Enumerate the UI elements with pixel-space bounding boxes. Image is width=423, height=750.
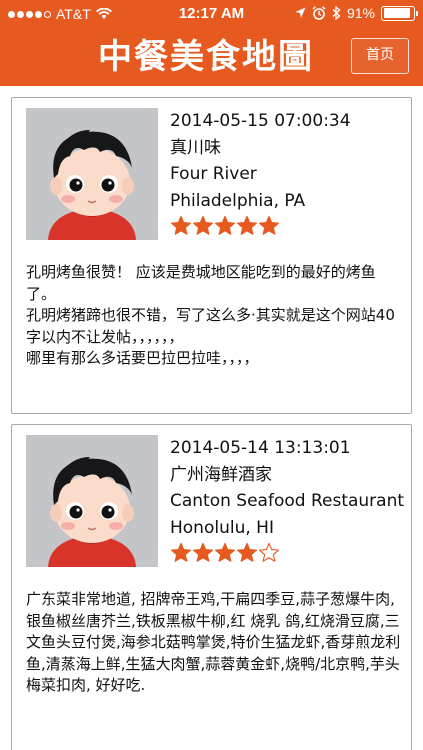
avatar-illustration xyxy=(26,108,158,240)
review-paragraph: 孔明烤猪蹄也很不错，写了这么多·其实就是这个网站40字以内不让发帖，，，，，， xyxy=(26,306,395,346)
avatar xyxy=(26,108,158,240)
location-arrow-icon xyxy=(295,7,306,18)
review-paragraph: 孔明烤鱼很赞！ 应该是费城地区能吃到的最好的烤鱼了。 xyxy=(26,263,376,303)
star-filled-icon xyxy=(215,542,235,562)
review-paragraph: 哪里有那么多话要巴拉巴拉哇，，，， xyxy=(26,349,259,367)
star-filled-icon xyxy=(237,542,257,562)
review-paragraph: 广东菜非常地道, 招牌帝王鸡,干扁四季豆,蒜子葱爆牛肉,银鱼椒丝唐芥兰,铁板黑椒… xyxy=(26,590,401,694)
star-rating xyxy=(170,542,406,564)
star-empty-icon xyxy=(259,542,279,562)
star-filled-icon xyxy=(171,542,191,562)
nav-bar: 中餐美食地圖 首页 xyxy=(0,28,423,86)
battery-percent: 91% xyxy=(346,5,375,21)
review-card[interactable]: 2014-05-14 13:13:01 广州海鲜酒家 Canton Seafoo… xyxy=(11,424,412,750)
app-title: 中餐美食地圖 xyxy=(98,37,314,77)
home-button[interactable]: 首页 xyxy=(351,38,409,74)
restaurant-location: Philadelphia, PA xyxy=(170,190,306,211)
restaurant-info: 2014-05-15 07:00:34 真川味 Four River Phila… xyxy=(170,108,406,237)
star-rating xyxy=(170,215,406,237)
restaurant-name-en: Canton Seafood Restaurant xyxy=(170,491,405,511)
star-filled-icon xyxy=(193,542,213,562)
restaurant-name-en: Four River xyxy=(170,164,257,184)
review-datetime: 2014-05-14 13:13:01 xyxy=(170,438,351,458)
avatar-illustration xyxy=(26,435,158,567)
restaurant-name-zh: 广州海鲜酒家 xyxy=(170,464,272,485)
review-text: 广东菜非常地道, 招牌帝王鸡,干扁四季豆,蒜子葱爆牛肉,银鱼椒丝唐芥兰,铁板黑椒… xyxy=(26,589,402,697)
alarm-icon xyxy=(312,6,326,20)
star-filled-icon xyxy=(171,215,191,235)
star-filled-icon xyxy=(259,215,279,235)
star-filled-icon xyxy=(193,215,213,235)
status-right: 91% xyxy=(295,5,418,21)
review-text: 孔明烤鱼很赞！ 应该是费城地区能吃到的最好的烤鱼了。 孔明烤猪蹄也很不错，写了这… xyxy=(26,262,402,370)
restaurant-location: Honolulu, HI xyxy=(170,517,274,538)
battery-icon xyxy=(381,5,418,21)
restaurant-name-zh: 真川味 xyxy=(170,137,221,158)
review-card[interactable]: 2014-05-15 07:00:34 真川味 Four River Phila… xyxy=(11,97,412,414)
review-datetime: 2014-05-15 07:00:34 xyxy=(170,111,351,131)
star-filled-icon xyxy=(215,215,235,235)
bluetooth-icon xyxy=(332,6,341,20)
review-list[interactable]: 2014-05-15 07:00:34 真川味 Four River Phila… xyxy=(0,86,423,750)
star-filled-icon xyxy=(237,215,257,235)
status-bar: AT&T 12:17 AM 91% xyxy=(0,0,423,28)
restaurant-info: 2014-05-14 13:13:01 广州海鲜酒家 Canton Seafoo… xyxy=(170,435,406,564)
avatar xyxy=(26,435,158,567)
